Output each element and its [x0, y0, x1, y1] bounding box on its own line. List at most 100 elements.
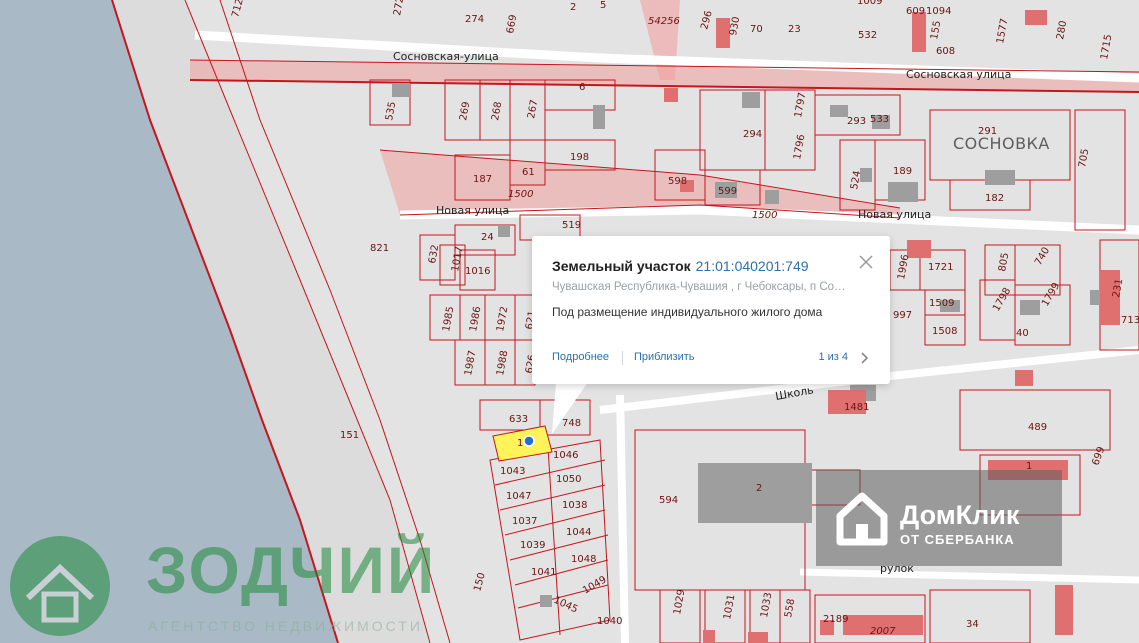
- zodchiy-subtitle: АГЕНТСТВО НЕДВИЖИМОСТИ: [148, 618, 423, 634]
- parcel-number: 1986: [468, 306, 483, 333]
- parcel-number: 519: [562, 220, 581, 231]
- parcel-number: 1094: [926, 6, 951, 17]
- parcel-number: 294: [743, 129, 762, 140]
- cadastral-number[interactable]: 21:01:040201:749: [696, 258, 809, 274]
- parcel-number: 633: [509, 414, 528, 425]
- parcel-number: 1509: [929, 298, 954, 309]
- street-label-novaya-west: Новая улица: [436, 204, 509, 217]
- parcel-number: 1050: [556, 474, 581, 485]
- chevron-right-icon[interactable]: [860, 350, 870, 366]
- selected-parcel-label: 1: [517, 438, 523, 449]
- parcel-number: 1985: [441, 306, 456, 333]
- parcel-number: 524: [849, 170, 863, 191]
- popup-title-label: Земельный участок: [552, 258, 691, 274]
- parcel-number: 5: [600, 0, 606, 11]
- parcel-number: 182: [985, 193, 1004, 204]
- parcel-number: 1009: [857, 0, 882, 7]
- popup-title: Земельный участок 21:01:040201:749: [552, 258, 809, 274]
- street-label-novaya-east: Новая улица: [858, 208, 931, 221]
- parcel-number: 740: [1033, 245, 1052, 267]
- parcel-number: 151: [340, 430, 359, 441]
- zone-label-3: 54256: [648, 16, 680, 27]
- parcel-number: 713: [1121, 315, 1139, 326]
- parcel-number: 70: [750, 24, 763, 35]
- parcel-number: 40: [1016, 328, 1029, 339]
- parcel-number: 712: [230, 0, 246, 19]
- parcel-number: 2: [756, 483, 762, 494]
- parcel-number: 1721: [928, 262, 953, 273]
- parcel-number: 269: [458, 101, 472, 122]
- parcel-number: 1039: [520, 540, 545, 551]
- popup-description: Под размещение индивидуального жилого до…: [552, 305, 823, 319]
- settlement-label: СОСНОВКА: [953, 134, 1050, 153]
- parcel-number: 1508: [932, 326, 957, 337]
- parcel-number: 669: [505, 14, 519, 35]
- domclick-subtitle: ОТ СБЕРБАНКА: [900, 532, 1015, 547]
- parcel-number: 599: [718, 186, 737, 197]
- parcel-number: 1045: [552, 595, 580, 616]
- parcel-number: 1046: [553, 450, 578, 461]
- parcel-number: 535: [384, 101, 398, 122]
- parcel-number: 1048: [571, 554, 596, 565]
- street-label-sosnovskaya-west: Сосновская-улица: [393, 50, 499, 63]
- parcel-number: 24: [481, 232, 494, 243]
- zodchiy-watermark: ЗОДЧИЙ АГЕНТСТВО НЕДВИЖИМОСТИ: [6, 530, 476, 643]
- parcel-number: 1038: [562, 500, 587, 511]
- parcel-number: 187: [473, 174, 492, 185]
- parcel-number: 272: [392, 0, 406, 17]
- parcel-number: 699: [1090, 445, 1107, 467]
- parcel-number: 558: [783, 598, 797, 619]
- parcel-number: 1988: [495, 350, 510, 377]
- parcel-number: 1044: [566, 527, 591, 538]
- parcel-number: 805: [997, 252, 1011, 273]
- parcel-number: 705: [1077, 148, 1091, 169]
- parcel-number: 997: [893, 310, 912, 321]
- close-icon[interactable]: [858, 254, 874, 270]
- zone-label-2: 1500: [752, 210, 777, 221]
- parcel-number: 61: [522, 167, 535, 178]
- pager-text: 1 из 4: [818, 351, 848, 363]
- parcel-number: 1577: [995, 18, 1010, 45]
- house-logo-icon: [10, 536, 110, 636]
- parcel-number: 1043: [500, 466, 525, 477]
- parcel-number: 1033: [759, 592, 774, 619]
- parcel-number: 1996: [896, 254, 911, 281]
- parcel-number: 293: [847, 116, 866, 127]
- parcel-number: 608: [936, 46, 955, 57]
- zone-label-1: 1500: [508, 189, 533, 200]
- parcel-number: 489: [1028, 422, 1047, 433]
- parcel-number: 632: [427, 244, 441, 265]
- zoom-in-link[interactable]: Приблизить: [634, 351, 695, 363]
- parcel-number: 598: [668, 176, 687, 187]
- parcel-number: 2007: [870, 626, 896, 637]
- parcel-number: 1796: [792, 134, 807, 161]
- parcel-number: 533: [870, 114, 889, 125]
- more-details-link[interactable]: Подробнее: [552, 351, 609, 363]
- parcel-number: 198: [570, 152, 589, 163]
- parcel-number: 594: [659, 495, 678, 506]
- parcel-number: 930: [728, 16, 742, 37]
- parcel-number: 1017: [450, 246, 465, 273]
- parcel-number: 1041: [531, 567, 556, 578]
- parcel-number: 821: [370, 243, 389, 254]
- parcel-number: 1798: [991, 286, 1013, 314]
- parcel-number: 532: [858, 30, 877, 41]
- parcel-number: 1029: [672, 589, 687, 616]
- zodchiy-title: ЗОДЧИЙ: [146, 533, 437, 607]
- parcel-number: 1987: [463, 350, 478, 377]
- parcel-number: 2: [570, 2, 576, 13]
- domclick-title: ДомКлик: [900, 500, 1020, 530]
- street-vertical-road: [616, 394, 629, 643]
- parcel-number: 1715: [1099, 34, 1114, 61]
- street-label-sosnovskaya-east: Сосновская улица: [906, 68, 1011, 81]
- parcel-number: 6: [579, 82, 585, 93]
- popup-address: Чувашская Республика-Чувашия , г Чебокса…: [552, 281, 846, 293]
- parcel-number: 23: [788, 24, 801, 35]
- parcel-number: 1797: [793, 92, 808, 119]
- parcel-number: 1481: [844, 402, 869, 413]
- parcel-marker[interactable]: [523, 435, 535, 447]
- parcel-number: 268: [490, 101, 504, 122]
- parcel-number: 1049: [581, 574, 609, 596]
- parcel-number: 1040: [597, 616, 622, 627]
- parcel-info-popup: Земельный участок 21:01:040201:749 Чувашс…: [532, 236, 890, 384]
